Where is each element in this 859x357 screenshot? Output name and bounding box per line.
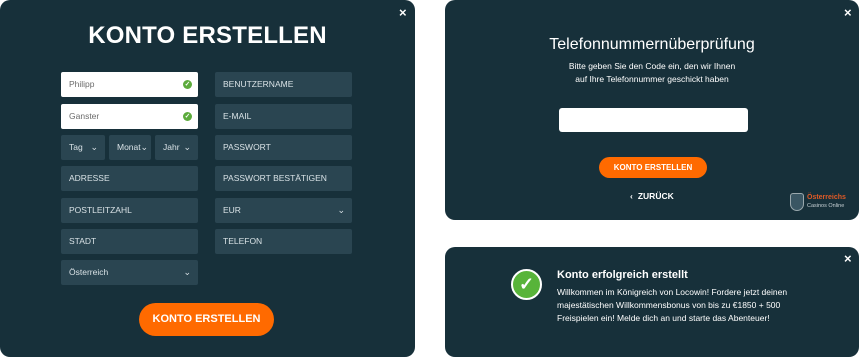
currency-value: EUR	[223, 205, 241, 215]
address-input[interactable]: ADRESSE	[61, 166, 198, 191]
create-account-button[interactable]: KONTO ERSTELLEN	[139, 303, 274, 336]
email-placeholder: E-MAIL	[223, 111, 252, 121]
registration-panel: × KONTO ERSTELLEN Philipp ✓ Ganster ✓ Ta…	[0, 0, 415, 357]
verification-code-input[interactable]	[559, 108, 748, 132]
close-icon[interactable]: ×	[844, 252, 852, 265]
success-panel: × ✓ Konto erfolgreich erstellt Willkomme…	[445, 247, 859, 357]
first-name-value: Philipp	[69, 79, 95, 89]
country-select[interactable]: Österreich ⌄	[61, 260, 198, 285]
day-select[interactable]: Tag ⌄	[61, 135, 105, 160]
city-input[interactable]: STADT	[61, 229, 198, 254]
close-icon[interactable]: ×	[399, 6, 407, 19]
verification-text-line1: Bitte geben Sie den Code ein, den wir Ih…	[568, 61, 736, 71]
last-name-value: Ganster	[69, 111, 100, 121]
chevron-left-icon: ‹	[630, 191, 633, 201]
success-title: Konto erfolgreich erstellt	[557, 269, 688, 281]
city-placeholder: STADT	[69, 236, 97, 246]
back-link[interactable]: ‹ ZURÜCK	[630, 191, 674, 201]
chevron-down-icon: ⌄	[183, 267, 191, 277]
password-confirm-placeholder: PASSWORT BESTÄTIGEN	[223, 173, 327, 183]
month-label: Monat	[117, 142, 141, 152]
username-placeholder: BENUTZERNAME	[223, 79, 294, 89]
check-icon: ✓	[183, 112, 192, 121]
success-message: Willkommen im Königreich von Locowin! Fo…	[557, 287, 788, 323]
logo-text-primary: Österreichs	[807, 194, 846, 201]
phone-input[interactable]: TELEFON	[215, 229, 352, 254]
address-placeholder: ADRESSE	[69, 173, 110, 183]
shield-icon	[790, 193, 804, 211]
brand-logo: Österreichs Casinos Online	[790, 193, 850, 213]
phone-placeholder: TELEFON	[223, 236, 263, 246]
email-input[interactable]: E-MAIL	[215, 104, 352, 129]
password-placeholder: PASSWORT	[223, 142, 271, 152]
chevron-down-icon: ⌄	[337, 205, 345, 215]
year-label: Jahr	[163, 142, 180, 152]
chevron-down-icon: ⌄	[90, 142, 98, 152]
day-label: Tag	[69, 142, 83, 152]
success-check-icon: ✓	[511, 269, 542, 300]
verification-text-line2: auf Ihre Telefonnummer geschickt haben	[575, 74, 729, 84]
back-label: ZURÜCK	[637, 191, 674, 201]
postal-code-placeholder: POSTLEITZAHL	[69, 205, 132, 215]
logo-text-secondary: Casinos Online	[807, 203, 845, 209]
create-account-button[interactable]: KONTO ERSTELLEN	[599, 157, 707, 178]
password-confirm-input[interactable]: PASSWORT BESTÄTIGEN	[215, 166, 352, 191]
username-input[interactable]: BENUTZERNAME	[215, 72, 352, 97]
year-select[interactable]: Jahr ⌄	[155, 135, 198, 160]
country-value: Österreich	[69, 267, 109, 277]
chevron-down-icon: ⌄	[140, 142, 148, 152]
registration-title: KONTO ERSTELLEN	[88, 22, 327, 49]
verification-panel: × Telefonnummernüberprüfung Bitte geben …	[445, 0, 859, 220]
first-name-input[interactable]: Philipp ✓	[61, 72, 198, 97]
currency-select[interactable]: EUR ⌄	[215, 198, 352, 223]
chevron-down-icon: ⌄	[183, 142, 191, 152]
postal-code-input[interactable]: POSTLEITZAHL	[61, 198, 198, 223]
month-select[interactable]: Monat ⌄	[109, 135, 151, 160]
check-icon: ✓	[183, 80, 192, 89]
verification-title: Telefonnummernüberprüfung	[549, 36, 755, 53]
last-name-input[interactable]: Ganster ✓	[61, 104, 198, 129]
password-input[interactable]: PASSWORT	[215, 135, 352, 160]
close-icon[interactable]: ×	[844, 6, 852, 19]
